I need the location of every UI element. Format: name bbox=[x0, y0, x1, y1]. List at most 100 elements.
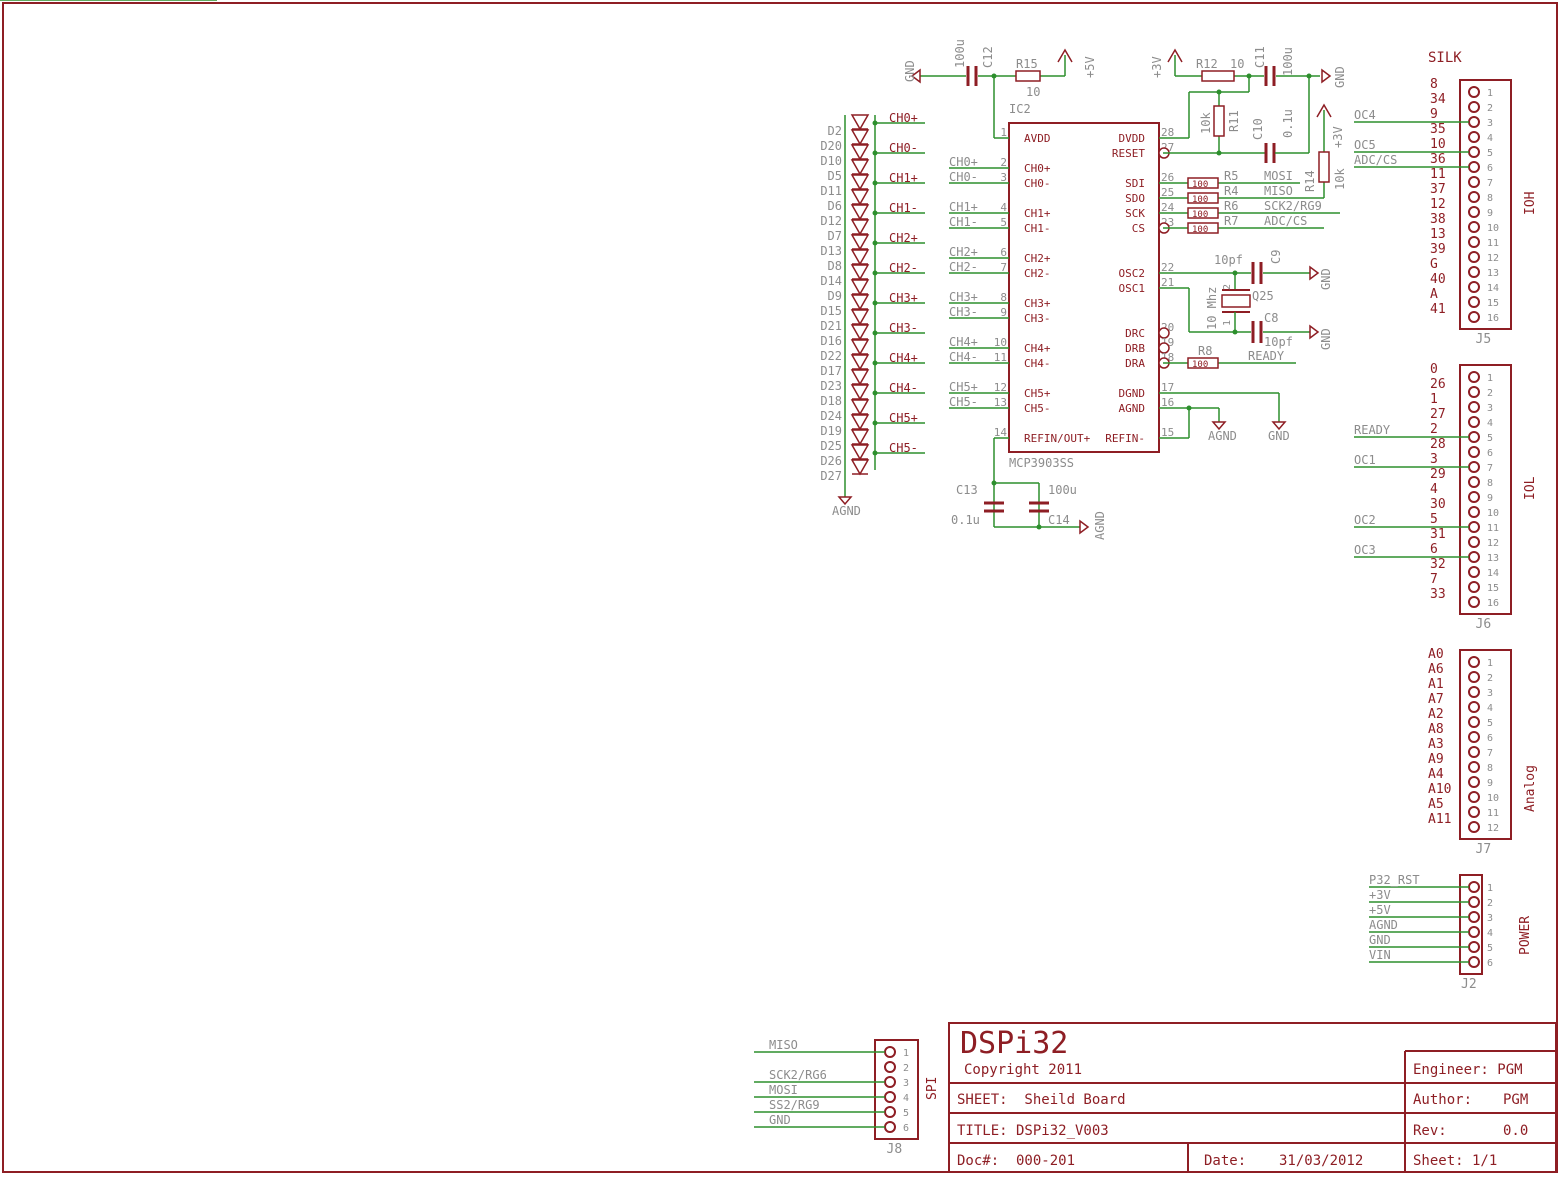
connector-pin-number: 2 bbox=[1487, 673, 1493, 684]
connector-pin bbox=[1468, 581, 1480, 593]
connector-pin bbox=[884, 1106, 896, 1118]
connector-pin-number: 15 bbox=[1487, 298, 1499, 309]
connector-pin bbox=[1468, 236, 1480, 248]
ic-pin-name: RESET bbox=[1112, 147, 1145, 160]
connector-silk-label: 0 bbox=[1430, 362, 1438, 377]
diode-label: D24 bbox=[820, 409, 842, 423]
connector-pin-number: 4 bbox=[1487, 703, 1493, 714]
connector-body bbox=[874, 1039, 919, 1140]
connector-pin bbox=[1468, 881, 1480, 893]
rev-label: Rev: bbox=[1413, 1123, 1447, 1139]
diode-junction bbox=[872, 450, 878, 456]
connector-ref: J6 bbox=[1476, 617, 1492, 632]
diode-label: D19 bbox=[820, 424, 842, 438]
connector-pin-number: 10 bbox=[1487, 508, 1499, 519]
ic-pin-name: SDO bbox=[1125, 192, 1145, 205]
connector-ref: J7 bbox=[1476, 842, 1492, 857]
connector-pin-number: 11 bbox=[1487, 523, 1499, 534]
connector-pin-number: 4 bbox=[1487, 928, 1493, 939]
net-ready: READY bbox=[1248, 349, 1285, 363]
connector-pin-number: 5 bbox=[1487, 148, 1493, 159]
r7-value: 100 bbox=[1192, 225, 1208, 235]
r12-value: 10 bbox=[1230, 57, 1244, 71]
connector-pin bbox=[884, 1091, 896, 1103]
agnd-label-refin: AGND bbox=[1093, 511, 1107, 540]
net-mosi: MOSI bbox=[1264, 169, 1293, 183]
diode-label: D12 bbox=[820, 214, 842, 228]
c10-ref: C10 bbox=[1251, 118, 1265, 140]
connector-silk-label: 10 bbox=[1430, 137, 1446, 152]
connector-pin-number: 7 bbox=[1487, 463, 1493, 474]
diode-label: D10 bbox=[820, 154, 842, 168]
connector-j7: 1 A0 2 A6 3 A1 4 A7 5 A2 6 A8 7 A3 8 A9 9 A4 10 A10 11 A5 12 A1… bbox=[1428, 647, 1538, 857]
connector-pin bbox=[1468, 731, 1480, 743]
diode-label: D20 bbox=[820, 139, 842, 153]
connector-name: Analog bbox=[1523, 765, 1538, 812]
connector-j6: 1022631427526287382994103011512311361432… bbox=[1354, 362, 1538, 632]
ic-pin-name: REFIN- bbox=[1105, 432, 1145, 445]
diode-label: D14 bbox=[820, 274, 842, 288]
connector-pin bbox=[1468, 296, 1480, 308]
connector-wire-label: GND bbox=[1369, 933, 1391, 947]
r14-ref: R14 bbox=[1303, 170, 1317, 192]
connector-silk-label: 12 bbox=[1430, 197, 1446, 212]
ic-pin-name: AVDD bbox=[1024, 132, 1051, 145]
diode-array: D2D20D10D5D11D6D12D7D13D8D14D9D15D21D16D… bbox=[820, 111, 925, 483]
c13-ref: C13 bbox=[956, 483, 978, 497]
connector-pin-number: 10 bbox=[1487, 223, 1499, 234]
connector-pin-number: 1 bbox=[903, 1048, 909, 1059]
diode-net-label: CH2+ bbox=[889, 231, 918, 245]
connector-wire-label: MISO bbox=[769, 1038, 798, 1052]
diode-symbol bbox=[850, 174, 870, 191]
r4-ref: R4 bbox=[1224, 184, 1238, 198]
q25-pin1: 1 bbox=[1222, 320, 1233, 326]
sheet-number-text: Sheet: 1/1 bbox=[1413, 1153, 1497, 1169]
connector-pin bbox=[1468, 431, 1480, 443]
connector-pin bbox=[1468, 656, 1480, 668]
connector-name: POWER bbox=[1518, 916, 1533, 955]
connector-pin-number: 16 bbox=[1487, 313, 1499, 324]
r4-value: 100 bbox=[1192, 195, 1208, 205]
gnd-label-c12: GND bbox=[903, 60, 917, 82]
diode-net-label: CH5+ bbox=[889, 411, 918, 425]
diode-junction bbox=[872, 420, 878, 426]
diode-symbol bbox=[850, 339, 870, 356]
ic-pin-name: AGND bbox=[1119, 402, 1146, 415]
connector-silk-label: A9 bbox=[1428, 752, 1444, 767]
p3v-label-top: +3V bbox=[1150, 56, 1164, 78]
drawing-title-text: TITLE: DSPi32_V003 bbox=[957, 1123, 1109, 1139]
connector-pin-number: 5 bbox=[1487, 433, 1493, 444]
diode-label: D15 bbox=[820, 304, 842, 318]
connector-pin bbox=[1468, 521, 1480, 533]
ic-pin-number: 10 bbox=[994, 336, 1007, 349]
net-adc-cs: ADC/CS bbox=[1264, 214, 1307, 228]
c10-value: 0.1u bbox=[1281, 109, 1295, 138]
connector-pin bbox=[1468, 86, 1480, 98]
connector-silk-label: A8 bbox=[1428, 722, 1444, 737]
connector-silk-label: 1 bbox=[1430, 392, 1438, 407]
connector-pin bbox=[1468, 506, 1480, 518]
connector-pin bbox=[1468, 701, 1480, 713]
diode-junction bbox=[872, 390, 878, 396]
ic-pin-name: CH1+ bbox=[1024, 207, 1051, 220]
ic-pin-net-label: CH4+ bbox=[949, 335, 978, 349]
net-sck: SCK2/RG9 bbox=[1264, 199, 1322, 213]
connector-pin bbox=[1468, 371, 1480, 383]
ic-pin-net-label: CH3- bbox=[949, 305, 978, 319]
connector-pin-number: 6 bbox=[903, 1123, 909, 1134]
connector-pin-number: 13 bbox=[1487, 553, 1499, 564]
c8-ref: C8 bbox=[1264, 311, 1278, 325]
connector-pin bbox=[1468, 596, 1480, 608]
connector-pin-number: 6 bbox=[1487, 958, 1493, 969]
connector-j5: 182343943551063671183791210381113123913G… bbox=[1354, 77, 1538, 347]
diode-symbol bbox=[850, 384, 870, 401]
ic-pin-name: SCK bbox=[1125, 207, 1145, 220]
connector-pin bbox=[1468, 821, 1480, 833]
ic-pin-net-label: CH2- bbox=[949, 260, 978, 274]
connector-silk-label: 5 bbox=[1430, 512, 1438, 527]
connector-name: IOH bbox=[1523, 192, 1538, 215]
connector-pin-number: 7 bbox=[1487, 178, 1493, 189]
diode-symbol bbox=[850, 129, 870, 146]
connector-silk-label: 34 bbox=[1430, 92, 1446, 107]
connector-silk-label: A1 bbox=[1428, 677, 1444, 692]
